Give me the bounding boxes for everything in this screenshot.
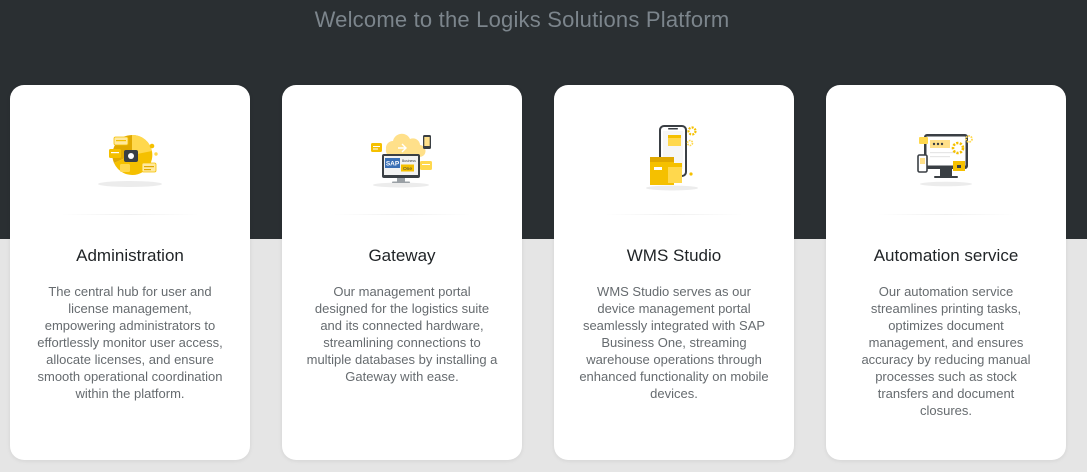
- card-description: Our automation service streamlines print…: [861, 284, 1031, 418]
- gateway-illustration-icon: SAP Business One: [371, 133, 432, 188]
- card-divider: [332, 214, 472, 215]
- card-automation-service[interactable]: Automation service Our automation servic…: [826, 85, 1066, 460]
- card-divider: [876, 214, 1016, 215]
- card-gateway[interactable]: SAP Business One Gateway Our management …: [282, 85, 522, 460]
- gateway-sap-label: SAP: [386, 161, 400, 168]
- card-title: Gateway: [368, 246, 436, 265]
- card-wms-studio[interactable]: WMS Studio WMS Studio serves as our devi…: [554, 85, 794, 460]
- automation-service-illustration-icon: [917, 134, 973, 187]
- card-divider: [60, 214, 200, 215]
- card-title: Administration: [76, 246, 184, 265]
- card-description: The central hub for user and license man…: [37, 284, 223, 401]
- card-description: Our management portal designed for the l…: [306, 284, 498, 384]
- administration-illustration-icon: [98, 134, 162, 187]
- gateway-one-label: One: [403, 166, 412, 172]
- wms-studio-illustration-icon: [646, 125, 698, 191]
- card-administration[interactable]: Administration The central hub for user …: [10, 85, 250, 460]
- page-title: Welcome to the Logiks Solutions Platform: [314, 7, 730, 32]
- card-title: Automation service: [873, 246, 1019, 265]
- card-description: WMS Studio serves as our device manageme…: [579, 284, 769, 401]
- card-title: WMS Studio: [626, 246, 722, 265]
- card-divider: [604, 214, 744, 215]
- gateway-business-label: Business: [402, 159, 416, 163]
